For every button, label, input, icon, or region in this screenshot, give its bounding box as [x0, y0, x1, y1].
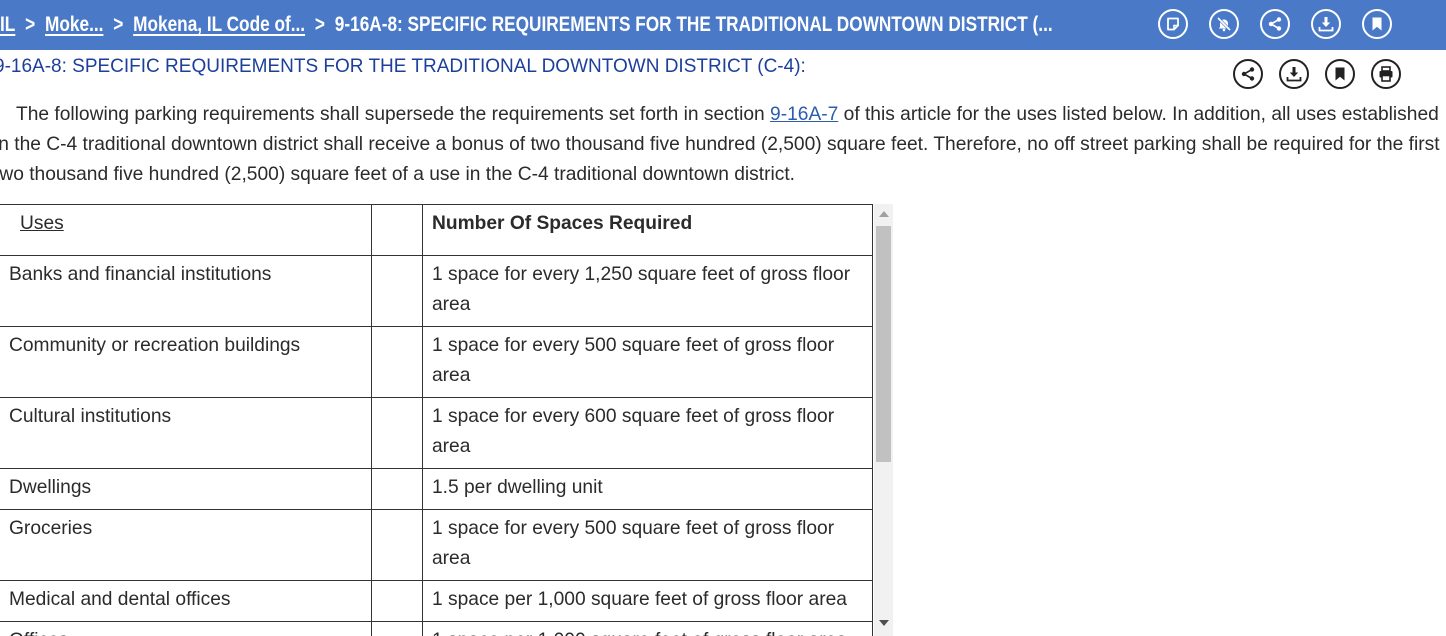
cell-spaces: 1 space for every 500 square feet of gro… — [422, 509, 873, 581]
cell-empty — [371, 326, 423, 398]
table-row: Medical and dental offices 1 space per 1… — [0, 580, 873, 622]
header-middle — [371, 204, 423, 256]
paragraph-text-start: The following parking requirements shall… — [16, 104, 771, 125]
scroll-up-arrow-icon[interactable] — [879, 211, 889, 217]
cell-empty — [371, 255, 423, 327]
breadcrumb-link-mokena[interactable]: Moke... — [45, 13, 103, 37]
share-icon — [1240, 66, 1256, 82]
table-row: Groceries 1 space for every 500 square f… — [0, 509, 873, 581]
header-spaces-required: Number Of Spaces Required — [422, 204, 873, 256]
top-bar: IL > Moke... > Mokena, IL Code of... > 9… — [0, 0, 1446, 50]
cell-spaces: 1 space for every 500 square feet of gro… — [422, 326, 873, 398]
table-scrollbar[interactable] — [874, 204, 893, 636]
cell-spaces: 1 space per 1,000 square feet of gross f… — [422, 580, 873, 622]
section-link-9-16a-7[interactable]: 9-16A-7 — [770, 104, 838, 125]
section-share-button[interactable] — [1233, 59, 1263, 89]
cell-use: Community or recreation buildings — [0, 326, 372, 398]
cell-spaces: 1 space for every 600 square feet of gro… — [422, 397, 873, 469]
breadcrumb-separator: > — [314, 13, 325, 36]
section-download-button[interactable] — [1279, 59, 1309, 89]
table-row: Cultural institutions 1 space for every … — [0, 397, 873, 469]
scrollbar-thumb[interactable] — [876, 226, 891, 462]
breadcrumb-separator: > — [113, 13, 124, 36]
note-button[interactable] — [1158, 9, 1188, 39]
mute-button[interactable] — [1209, 9, 1239, 39]
breadcrumb-separator: > — [25, 13, 36, 36]
cell-empty — [371, 468, 423, 510]
mute-icon — [1216, 16, 1232, 32]
cell-empty — [371, 397, 423, 469]
top-toolbar — [1158, 9, 1392, 39]
header-uses-label: Uses — [20, 213, 64, 234]
cell-use: Cultural institutions — [0, 397, 372, 469]
cell-empty — [371, 580, 423, 622]
cell-use: Offices — [0, 621, 372, 636]
section-toolbar — [1233, 59, 1401, 89]
breadcrumb-current: 9-16A-8: SPECIFIC REQUIREMENTS FOR THE T… — [334, 13, 1053, 36]
bookmark-icon — [1371, 17, 1383, 31]
cell-empty — [371, 621, 423, 636]
cell-use: Medical and dental offices — [0, 580, 372, 622]
table-row: Offices 1 space per 1,000 square feet of… — [0, 621, 873, 636]
section-title: 9-16A-8: SPECIFIC REQUIREMENTS FOR THE T… — [0, 56, 806, 77]
section-print-button[interactable] — [1371, 59, 1401, 89]
share-button[interactable] — [1260, 9, 1290, 39]
download-icon — [1318, 16, 1334, 32]
bookmark-button[interactable] — [1362, 9, 1392, 39]
section-bookmark-button[interactable] — [1325, 59, 1355, 89]
share-icon — [1267, 16, 1283, 32]
table-header-row: Uses Number Of Spaces Required — [0, 204, 873, 256]
parking-requirements-table: Uses Number Of Spaces Required Banks and… — [0, 204, 873, 636]
note-icon — [1166, 17, 1180, 31]
breadcrumb-link-code[interactable]: Mokena, IL Code of... — [133, 13, 305, 37]
print-icon — [1378, 66, 1394, 82]
cell-empty — [371, 509, 423, 581]
cell-spaces: 1 space per 1,000 square feet of gross f… — [422, 621, 873, 636]
section-paragraph: The following parking requirements shall… — [0, 100, 1444, 190]
table-row: Dwellings 1.5 per dwelling unit — [0, 468, 873, 510]
cell-spaces: 1.5 per dwelling unit — [422, 468, 873, 510]
table-row: Community or recreation buildings 1 spac… — [0, 326, 873, 398]
breadcrumb: IL > Moke... > Mokena, IL Code of... > 9… — [0, 0, 1053, 50]
parking-table-container: Uses Number Of Spaces Required Banks and… — [0, 204, 874, 636]
cell-use: Dwellings — [0, 468, 372, 510]
header-uses: Uses — [0, 204, 372, 256]
cell-use: Groceries — [0, 509, 372, 581]
download-button[interactable] — [1311, 9, 1341, 39]
bookmark-icon — [1334, 67, 1346, 81]
breadcrumb-link-il[interactable]: IL — [0, 13, 15, 37]
cell-use: Banks and financial institutions — [0, 255, 372, 327]
cell-spaces: 1 space for every 1,250 square feet of g… — [422, 255, 873, 327]
download-icon — [1286, 66, 1302, 82]
scroll-down-arrow-icon[interactable] — [879, 620, 889, 626]
table-row: Banks and financial institutions 1 space… — [0, 255, 873, 327]
